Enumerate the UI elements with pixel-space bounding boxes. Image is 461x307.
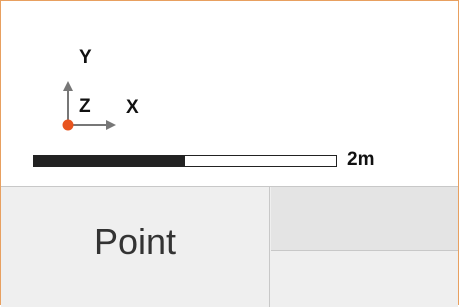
toolbar-slot-bottom[interactable] [271, 251, 458, 307]
z-axis-label: Z [79, 96, 91, 117]
bottom-toolbar: Point [1, 186, 458, 307]
axis-indicator-icon [62, 81, 116, 131]
scale-bar-fill [34, 156, 185, 166]
point-button-label: Point [93, 221, 177, 262]
scale-label: 2m [347, 149, 375, 170]
toolbar-slot-top[interactable] [271, 187, 458, 251]
point-button[interactable]: Point [1, 187, 270, 307]
scale-bar [33, 155, 337, 167]
map-viewport[interactable]: Y Z X 2m [1, 1, 458, 186]
y-axis-label: Y [79, 47, 92, 68]
x-axis-label: X [126, 97, 139, 118]
